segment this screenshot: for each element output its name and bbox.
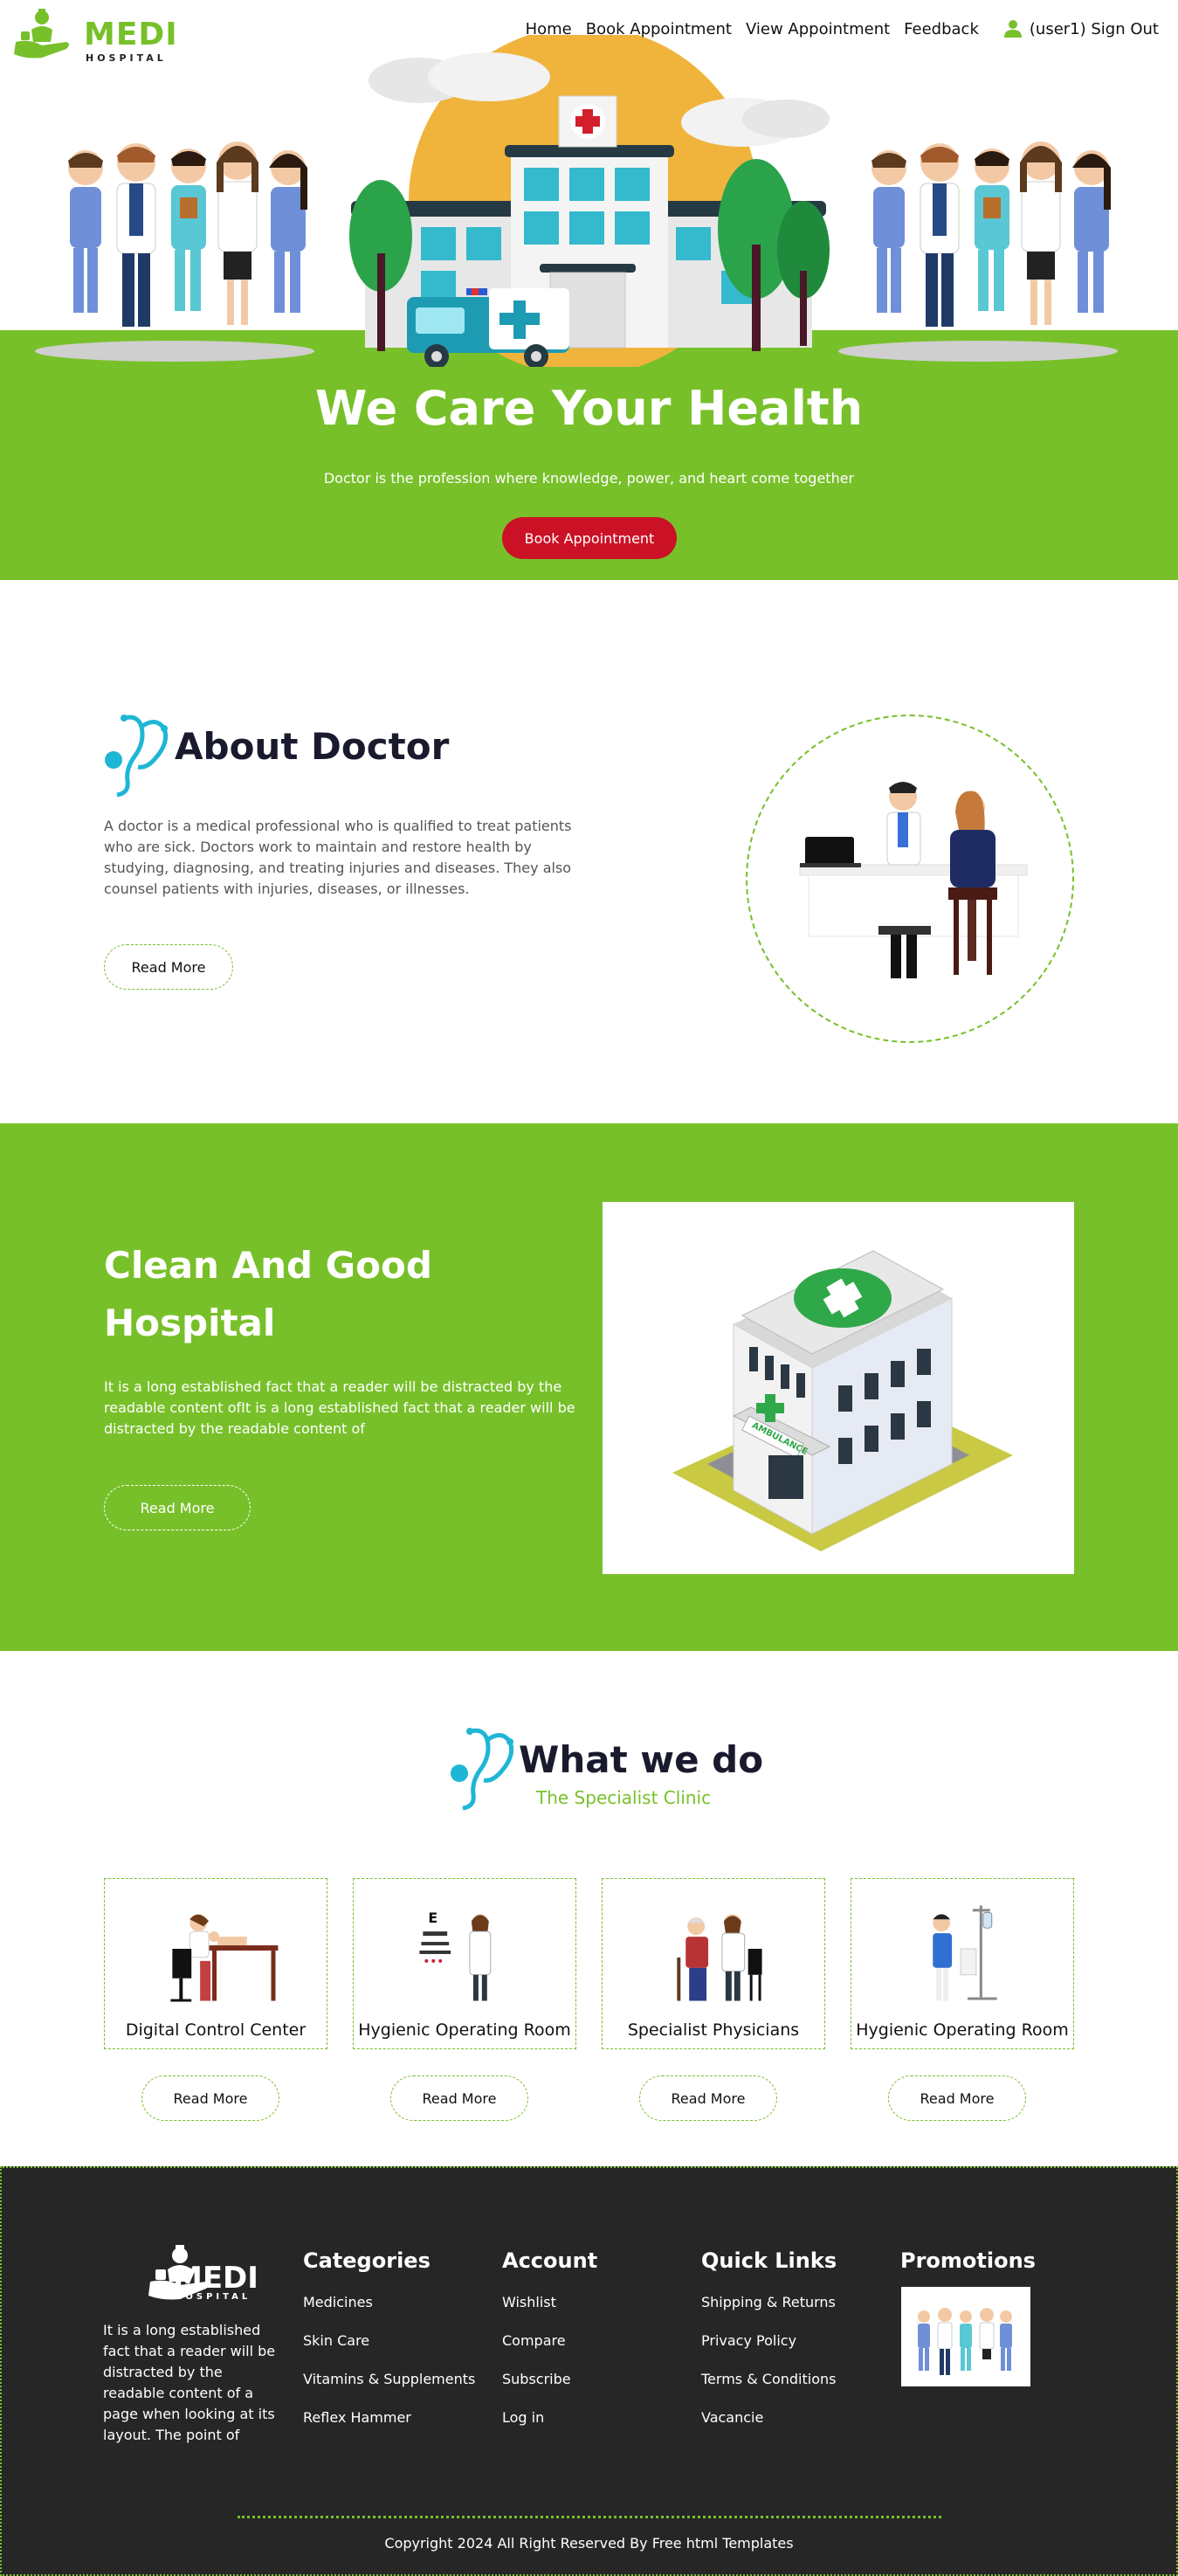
footer-link-vitamins[interactable]: Vitamins & Supplements — [303, 2369, 475, 2390]
footer-link-log-in[interactable]: Log in — [502, 2407, 597, 2428]
what-we-do-subtitle: The Specialist Clinic — [536, 1787, 712, 1808]
footer-categories-column: Categories Medicines Skin Care Vitamins … — [303, 2248, 475, 2446]
hospital-title: Clean And Good Hospital — [104, 1244, 432, 1344]
hospital-building-icon: AMBULANCE — [672, 1250, 1013, 1551]
service-card-label: Hygienic Operating Room — [358, 2020, 571, 2040]
service-read-more-button[interactable]: Read More — [888, 2075, 1026, 2121]
doctors-group-right-icon — [838, 142, 1118, 362]
service-card[interactable]: Hygienic Operating Room — [851, 1878, 1074, 2049]
sign-out-link[interactable]: (user1) Sign Out — [1003, 19, 1159, 38]
service-card-label: Digital Control Center — [125, 2020, 307, 2040]
footer-column-title: Quick Links — [701, 2248, 837, 2273]
footer-link-shipping[interactable]: Shipping & Returns — [701, 2292, 837, 2313]
hero-section: We Care Your Health Doctor is the profes… — [0, 0, 1178, 580]
footer-column-title: Promotions — [900, 2248, 1036, 2273]
what-we-do-title: What we do — [519, 1738, 764, 1781]
logo-subtitle: HOSPITAL — [86, 52, 167, 64]
ambulance-icon — [407, 288, 569, 367]
service-card[interactable]: Digital Control Center — [104, 1878, 327, 2049]
footer-divider — [238, 2516, 941, 2518]
logo[interactable]: MEDI HOSPITAL — [12, 7, 177, 64]
footer-logo-subtitle: HOSPITAL — [175, 2292, 251, 2302]
nav-book-appointment[interactable]: Book Appointment — [586, 20, 732, 38]
eye-chart-icon: E — [419, 1910, 492, 2001]
footer-link-vacancie[interactable]: Vacancie — [701, 2407, 837, 2428]
footer-link-privacy[interactable]: Privacy Policy — [701, 2331, 837, 2352]
nav-view-appointment[interactable]: View Appointment — [746, 20, 890, 38]
footer-quick-links-column: Quick Links Shipping & Returns Privacy P… — [701, 2248, 837, 2446]
medi-logo-icon — [14, 9, 69, 59]
stethoscope-icon — [105, 715, 169, 798]
footer-about-text: It is a long established fact that a rea… — [103, 2322, 276, 2443]
footer-logo-wordmark: MEDI — [173, 2261, 258, 2296]
footer-link-compare[interactable]: Compare — [502, 2331, 597, 2352]
service-card[interactable]: E Hygienic Operating Room — [353, 1878, 576, 2049]
hospital-read-more-button[interactable]: Read More — [104, 1485, 251, 1530]
footer-link-skin-care[interactable]: Skin Care — [303, 2331, 475, 2352]
footer-promotions-column: Promotions — [900, 2248, 1036, 2292]
footer-link-reflex-hammer[interactable]: Reflex Hammer — [303, 2407, 475, 2428]
service-read-more-button[interactable]: Read More — [639, 2075, 777, 2121]
user-icon — [1003, 20, 1022, 38]
footer-account-column: Account Wishlist Compare Subscribe Log i… — [502, 2248, 597, 2446]
physicians-icon — [677, 1914, 762, 2001]
hero-subtitle: Doctor is the profession where knowledge… — [323, 470, 855, 487]
iv-stand-icon — [933, 1905, 997, 2001]
doctor-consultation-image — [746, 715, 1074, 1043]
about-read-more-button[interactable]: Read More — [104, 944, 233, 990]
footer-copyright: Copyright 2024 All Right Reserved By Fre… — [384, 2535, 794, 2552]
about-text: A doctor is a medical professional who i… — [104, 818, 572, 897]
stethoscope-icon — [451, 1728, 514, 1811]
footer-link-subscribe[interactable]: Subscribe — [502, 2369, 597, 2390]
footer-column-title: Account — [502, 2248, 598, 2273]
hero-title: We Care Your Health — [314, 381, 864, 436]
main-nav: Home Book Appointment View Appointment F… — [526, 19, 1159, 38]
service-read-more-button[interactable]: Read More — [141, 2075, 279, 2121]
user-label: (user1) Sign Out — [1029, 19, 1159, 38]
doctors-team-icon — [918, 2308, 1012, 2375]
hospital-text: It is a long established fact that a rea… — [104, 1378, 575, 1437]
promotion-image[interactable] — [901, 2287, 1030, 2386]
footer-column-title: Categories — [303, 2248, 431, 2273]
footer-link-medicines[interactable]: Medicines — [303, 2292, 475, 2313]
svg-text:E: E — [428, 1910, 437, 1926]
site-header: MEDI HOSPITAL Home Book Appointment View… — [0, 0, 1178, 66]
about-title: About Doctor — [175, 725, 450, 768]
service-card[interactable]: Specialist Physicians — [602, 1878, 825, 2049]
service-read-more-button[interactable]: Read More — [390, 2075, 528, 2121]
book-appointment-button[interactable]: Book Appointment — [502, 517, 677, 559]
hospital-building-image: AMBULANCE — [603, 1202, 1074, 1574]
nav-home[interactable]: Home — [526, 20, 572, 38]
hero-illustration — [35, 35, 1118, 367]
footer-link-wishlist[interactable]: Wishlist — [502, 2292, 597, 2313]
service-card-label: Hygienic Operating Room — [856, 2020, 1069, 2040]
service-card-label: Specialist Physicians — [627, 2020, 800, 2040]
control-center-icon — [170, 1914, 279, 2002]
logo-wordmark: MEDI — [84, 17, 178, 52]
nav-feedback[interactable]: Feedback — [904, 20, 979, 38]
footer-link-terms[interactable]: Terms & Conditions — [701, 2369, 837, 2390]
consultation-illustration-icon — [799, 782, 1028, 978]
doctors-group-left-icon — [35, 142, 314, 362]
